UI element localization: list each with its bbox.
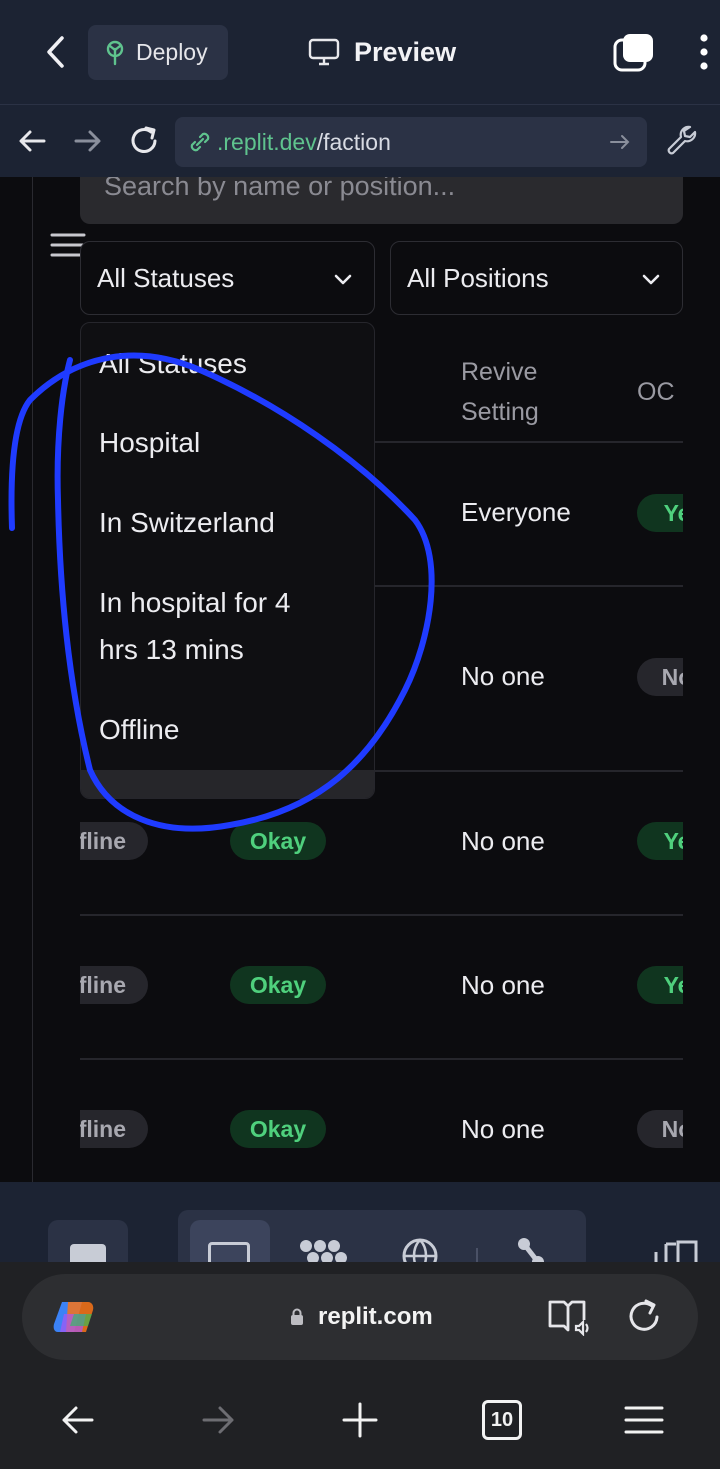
row-divider [80, 914, 683, 916]
status-badge: fline [80, 822, 148, 860]
oc-badge: No [637, 1110, 683, 1148]
dropdown-next-option-partial[interactable] [81, 770, 374, 798]
revive-setting-cell: No one [461, 970, 545, 1000]
preview-label: Preview [354, 36, 457, 67]
row-divider [80, 1058, 683, 1060]
browser-forward-icon[interactable] [198, 1400, 238, 1440]
read-aloud-icon[interactable] [546, 1298, 590, 1336]
status-badge: fline [80, 1110, 148, 1148]
copilot-icon[interactable] [52, 1294, 98, 1340]
replit-header: Deploy Preview [0, 0, 720, 104]
git-branch-icon[interactable] [514, 1236, 548, 1262]
oc-badge: Ye [637, 966, 683, 1004]
url-path: /faction [316, 128, 391, 155]
status-badge: fline [80, 966, 148, 1004]
tabs-icon[interactable] [612, 32, 656, 72]
life-status-badge: Okay [230, 822, 326, 860]
revive-header-line-1: Revive [461, 358, 538, 386]
revive-setting-cell: Everyone [461, 497, 571, 527]
browser-host-text: replit.com [318, 1303, 433, 1330]
toolbar-preview-button[interactable] [190, 1220, 270, 1262]
dropdown-option-in-hospital-line-2[interactable]: hrs 13 mins [99, 626, 244, 673]
revive-setting-cell: No one [461, 826, 545, 856]
new-tab-plus-icon[interactable] [340, 1400, 380, 1440]
browser-host: replit.com [290, 1296, 433, 1338]
oc-badge: No [637, 658, 683, 696]
webview-url-bar: .replit.dev/faction [0, 104, 720, 177]
monitor-icon [208, 1242, 250, 1262]
packages-icon[interactable] [298, 1238, 350, 1262]
toolbar-group [178, 1210, 586, 1262]
deploy-button[interactable]: Deploy [88, 25, 228, 80]
refresh-icon[interactable] [624, 1297, 664, 1337]
browser-menu-icon[interactable] [624, 1400, 664, 1440]
oc-header: OC [637, 378, 675, 406]
oc-badge: Ye [637, 494, 683, 532]
revive-header-line-2: Setting [461, 398, 539, 426]
back-chevron-icon[interactable] [40, 30, 74, 74]
browser-back-icon[interactable] [58, 1400, 98, 1440]
reload-icon[interactable] [126, 123, 162, 159]
life-status-badge: Okay [230, 1110, 326, 1148]
life-status-badge: Okay [230, 966, 326, 1004]
globe-icon[interactable] [400, 1236, 440, 1262]
status-dropdown-menu: All Statuses Hospital In Switzerland In … [80, 322, 375, 799]
replit-bottom-toolbar [0, 1182, 720, 1262]
browser-address-bar[interactable]: replit.com [22, 1274, 698, 1360]
split-view-icon[interactable] [652, 1238, 700, 1262]
tab-count-button[interactable]: 10 [482, 1400, 522, 1440]
dropdown-option-offline[interactable]: Offline [99, 706, 179, 753]
link-icon [190, 132, 210, 152]
dropdown-option-in-switzerland[interactable]: In Switzerland [99, 499, 275, 546]
sidebar-divider [32, 177, 33, 1182]
browser-bottom-bar: replit.com 10 [0, 1262, 720, 1469]
monitor-icon [308, 38, 340, 66]
dropdown-option-hospital[interactable]: Hospital [99, 419, 200, 466]
back-arrow-icon[interactable] [14, 123, 50, 159]
revive-setting-cell: No one [461, 661, 545, 691]
oc-badge: Ye [637, 822, 683, 860]
more-options-icon[interactable] [694, 30, 714, 74]
devtools-wrench-icon[interactable] [664, 121, 698, 161]
revive-setting-header: Revive Setting [461, 352, 539, 432]
lock-icon [291, 1308, 303, 1325]
preview-tab[interactable]: Preview [308, 30, 456, 74]
toolbar-separator [476, 1248, 478, 1262]
revive-setting-cell: No one [461, 1114, 545, 1144]
deploy-icon [106, 40, 124, 65]
url-field[interactable]: .replit.dev/faction [175, 117, 647, 167]
go-arrow-icon[interactable] [607, 129, 633, 155]
deploy-label: Deploy [136, 39, 208, 65]
square-icon [70, 1244, 106, 1262]
forward-arrow-icon[interactable] [70, 123, 106, 159]
toolbar-home-button[interactable] [48, 1220, 128, 1262]
dropdown-option-all-statuses[interactable]: All Statuses [99, 340, 247, 387]
dropdown-option-in-hospital-line-1[interactable]: In hospital for 4 [99, 579, 290, 626]
url-host: .replit.dev [217, 128, 317, 155]
faction-page: Search by name or position... All Status… [0, 177, 720, 1182]
